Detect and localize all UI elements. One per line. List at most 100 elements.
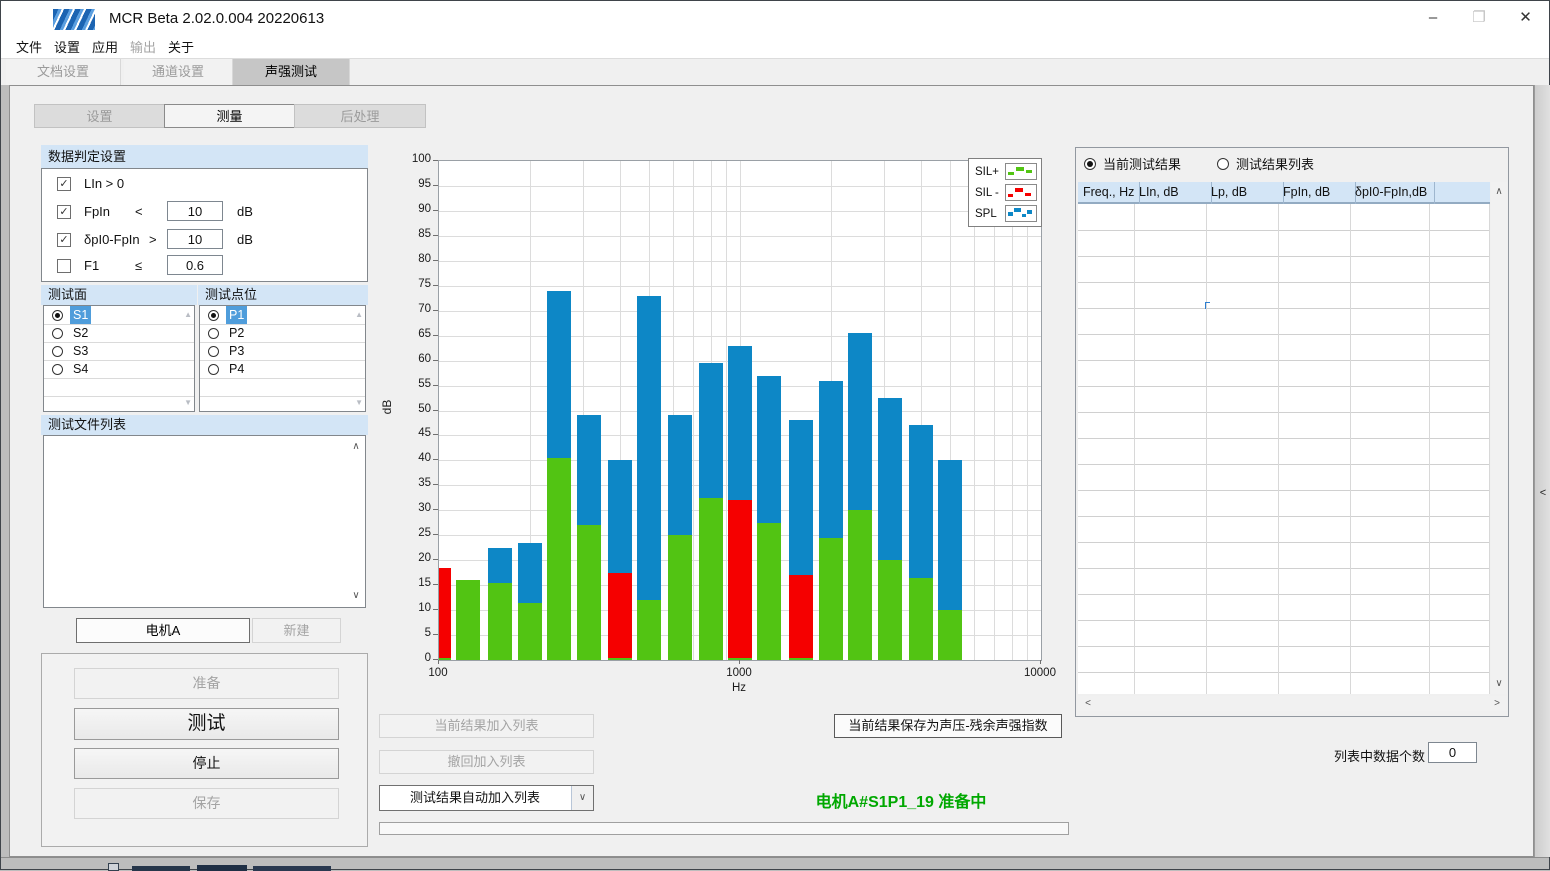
- radio-current-result[interactable]: [1084, 158, 1096, 170]
- table-row[interactable]: [1078, 360, 1490, 387]
- subtab-3[interactable]: 后处理: [294, 104, 426, 128]
- scroll-down-icon[interactable]: ∨: [350, 588, 362, 604]
- new-project-button[interactable]: 新建: [252, 618, 341, 643]
- point-radio-P4[interactable]: [208, 364, 219, 375]
- add-current-button[interactable]: 当前结果加入列表: [379, 714, 594, 738]
- surface-scroll-up-icon[interactable]: ▲: [184, 310, 192, 319]
- list-count-input[interactable]: [1428, 742, 1477, 763]
- menu-item-2[interactable]: 设置: [47, 37, 87, 58]
- results-vscrollbar[interactable]: ∧ ∨: [1491, 182, 1507, 694]
- table-row[interactable]: [1078, 464, 1490, 491]
- scroll-left-icon[interactable]: <: [1082, 696, 1094, 711]
- run-button-停止[interactable]: 停止: [74, 748, 339, 779]
- point-radio-P1[interactable]: [208, 310, 219, 321]
- radio-result-list[interactable]: [1217, 158, 1229, 170]
- point-row-2[interactable]: P2: [200, 324, 365, 343]
- run-button-保存[interactable]: 保存: [74, 788, 339, 819]
- judge-value-input-4[interactable]: [167, 255, 223, 275]
- point-label-P1[interactable]: P1: [226, 306, 247, 324]
- menu-item-1[interactable]: 文件: [9, 37, 49, 58]
- table-row[interactable]: [1078, 412, 1490, 439]
- surface-label-S2[interactable]: S2: [70, 324, 91, 342]
- column-header-3[interactable]: Lp, dB: [1206, 182, 1284, 204]
- run-button-准备[interactable]: 准备: [74, 668, 339, 699]
- panel-collapse-strip[interactable]: <: [1534, 85, 1550, 857]
- point-row-4[interactable]: P4: [200, 360, 365, 379]
- table-row[interactable]: [1078, 568, 1490, 595]
- point-row-3[interactable]: P3: [200, 342, 365, 361]
- point-label-P3[interactable]: P3: [226, 342, 247, 360]
- menu-item-3[interactable]: 应用: [85, 37, 125, 58]
- table-row[interactable]: [1078, 230, 1490, 257]
- save-as-index-button[interactable]: 当前结果保存为声压-残余声强指数: [834, 714, 1062, 738]
- point-radio-P3[interactable]: [208, 346, 219, 357]
- close-button[interactable]: ✕: [1502, 1, 1549, 37]
- table-row[interactable]: [1078, 334, 1490, 361]
- project-name-button[interactable]: 电机A: [76, 618, 250, 643]
- minimize-button[interactable]: –: [1410, 1, 1456, 37]
- judge-value-input-3[interactable]: [167, 229, 223, 249]
- tab-2[interactable]: 通道设置: [124, 59, 233, 85]
- point-scroll-down-icon[interactable]: ▼: [355, 398, 363, 407]
- surface-row-4[interactable]: S4: [44, 360, 194, 379]
- table-row[interactable]: [1078, 672, 1490, 694]
- results-table[interactable]: [1078, 204, 1490, 694]
- judge-checkbox-1[interactable]: ✓: [57, 177, 71, 191]
- judge-checkbox-2[interactable]: ✓: [57, 205, 71, 219]
- surface-scroll-down-icon[interactable]: ▼: [184, 398, 192, 407]
- table-row[interactable]: [1078, 516, 1490, 543]
- chevron-down-icon[interactable]: ∨: [571, 786, 593, 810]
- surface-label-S4[interactable]: S4: [70, 360, 91, 378]
- table-row[interactable]: [1078, 282, 1490, 309]
- table-row[interactable]: [1078, 386, 1490, 413]
- collapse-left-icon[interactable]: <: [1535, 487, 1550, 499]
- surface-label-S3[interactable]: S3: [70, 342, 91, 360]
- undo-add-button[interactable]: 撤回加入列表: [379, 750, 594, 774]
- maximize-button[interactable]: ❐: [1456, 1, 1502, 37]
- run-button-测试[interactable]: 测试: [74, 708, 339, 740]
- table-row[interactable]: [1078, 542, 1490, 569]
- column-header-1[interactable]: Freq., Hz: [1078, 182, 1140, 204]
- table-row[interactable]: [1078, 594, 1490, 621]
- judge-value-input-2[interactable]: [167, 201, 223, 221]
- tab-3[interactable]: 声强测试: [233, 59, 350, 85]
- judge-checkbox-4[interactable]: [57, 259, 71, 273]
- point-label-P4[interactable]: P4: [226, 360, 247, 378]
- table-row[interactable]: [1078, 646, 1490, 673]
- scroll-right-icon[interactable]: >: [1491, 696, 1503, 711]
- surface-row-2[interactable]: S2: [44, 324, 194, 343]
- tab-1[interactable]: 文档设置: [6, 59, 121, 85]
- column-header-2[interactable]: LIn, dB: [1134, 182, 1212, 204]
- point-scroll-up-icon[interactable]: ▲: [355, 310, 363, 319]
- file-list[interactable]: ∧ ∨: [43, 435, 366, 608]
- menu-item-5[interactable]: 关于: [161, 37, 201, 58]
- surface-radio-S4[interactable]: [52, 364, 63, 375]
- auto-add-dropdown[interactable]: 测试结果自动加入列表 ∨: [379, 785, 594, 811]
- table-row[interactable]: [1078, 256, 1490, 283]
- surface-row-1[interactable]: S1: [44, 306, 194, 325]
- column-header-4[interactable]: FpIn, dB: [1278, 182, 1356, 204]
- menu-item-4[interactable]: 输出: [123, 37, 163, 58]
- subtab-2[interactable]: 测量: [164, 104, 295, 128]
- scroll-down-icon[interactable]: ∨: [1491, 676, 1507, 692]
- table-row[interactable]: [1078, 204, 1490, 231]
- table-row[interactable]: [1078, 308, 1490, 335]
- surface-row-3[interactable]: S3: [44, 342, 194, 361]
- scroll-up-icon[interactable]: ∧: [350, 439, 362, 455]
- table-row[interactable]: [1078, 620, 1490, 647]
- point-row-1[interactable]: P1: [200, 306, 365, 325]
- point-radio-P2[interactable]: [208, 328, 219, 339]
- surface-radio-S2[interactable]: [52, 328, 63, 339]
- subtab-1[interactable]: 设置: [34, 104, 165, 128]
- point-label-P2[interactable]: P2: [226, 324, 247, 342]
- table-row[interactable]: [1078, 438, 1490, 465]
- column-header-5[interactable]: δpI0-FpIn,dB: [1350, 182, 1435, 204]
- column-header-6[interactable]: [1429, 182, 1495, 204]
- radio-current-result-label[interactable]: 当前测试结果: [1103, 154, 1181, 173]
- surface-radio-S1[interactable]: [52, 310, 63, 321]
- surface-radio-S3[interactable]: [52, 346, 63, 357]
- judge-checkbox-3[interactable]: ✓: [57, 233, 71, 247]
- table-row[interactable]: [1078, 490, 1490, 517]
- radio-result-list-label[interactable]: 测试结果列表: [1236, 154, 1314, 173]
- results-hscrollbar[interactable]: < >: [1078, 696, 1507, 711]
